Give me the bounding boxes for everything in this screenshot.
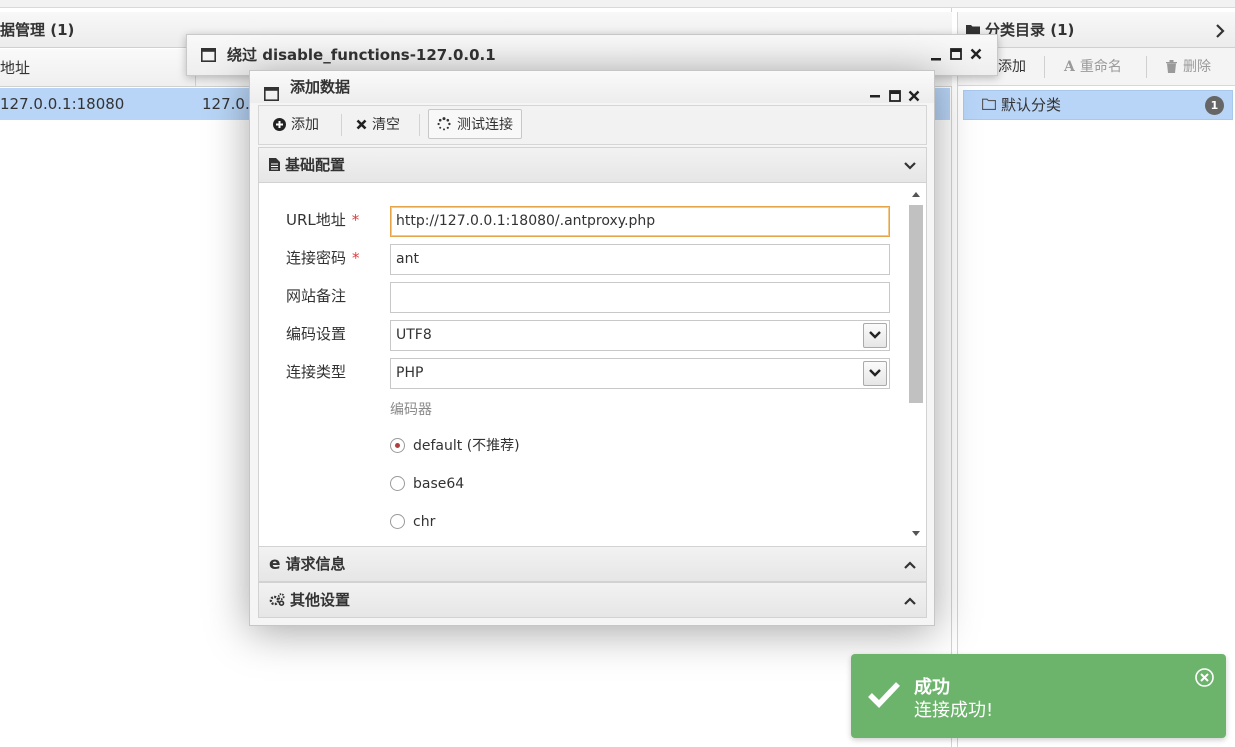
password-label-text: 连接密码 <box>286 249 347 267</box>
section-request-info[interactable]: e 请求信息 <box>258 546 927 582</box>
radio-checked[interactable] <box>390 438 405 453</box>
url-label-text: URL地址 <box>286 211 346 229</box>
gears-icon <box>269 592 285 606</box>
category-add-button[interactable]: 添加 <box>998 48 1026 86</box>
category-title: 分类目录 (1) <box>985 21 1075 39</box>
encoding-select[interactable]: UTF8 <box>390 320 890 351</box>
type-select[interactable]: PHP <box>390 358 890 389</box>
add-button[interactable]: 添加 <box>265 110 327 140</box>
scrollbar-thumb[interactable] <box>909 205 923 403</box>
column-header-address[interactable]: 地址 <box>0 49 196 87</box>
chevron-down-icon[interactable] <box>863 323 887 348</box>
minimize-icon[interactable] <box>931 46 942 66</box>
test-connection-button[interactable]: 测试连接 <box>428 109 522 139</box>
encoder-option-label: base64 <box>413 476 465 492</box>
url-input[interactable]: http://127.0.0.1:18080/.antproxy.php <box>390 206 890 237</box>
delete-label: 删除 <box>1183 59 1211 75</box>
dialog-toolbar: 添加 清空 测试连接 <box>258 105 927 145</box>
font-icon: A <box>1064 59 1075 75</box>
note-input[interactable] <box>390 282 890 313</box>
category-count-badge: 1 <box>1205 96 1224 115</box>
category-header: 分类目录 (1) <box>958 12 1235 48</box>
divider <box>341 114 342 136</box>
close-icon[interactable] <box>970 48 982 64</box>
encoder-label: 编码器 <box>390 402 432 418</box>
encoder-option-base64[interactable]: base64 <box>390 474 464 494</box>
type-value: PHP <box>396 365 424 381</box>
folder-open-icon <box>982 98 996 110</box>
divider <box>1146 56 1147 78</box>
spinner-icon <box>437 117 451 131</box>
clear-button[interactable]: 清空 <box>348 110 408 140</box>
plus-circle-icon <box>273 117 286 131</box>
encoder-option-chr[interactable]: chr <box>390 512 435 532</box>
scroll-down-icon[interactable] <box>912 531 920 537</box>
scroll-up-icon[interactable] <box>912 191 920 197</box>
category-item-default[interactable]: 默认分类 1 <box>963 90 1233 120</box>
maximize-icon[interactable] <box>950 48 962 64</box>
window-icon <box>201 48 216 66</box>
trash-icon <box>1166 59 1177 73</box>
radio-unchecked[interactable] <box>390 476 405 491</box>
rename-label: 重命名 <box>1079 59 1122 75</box>
radio-unchecked[interactable] <box>390 514 405 529</box>
section-other-label: 其他设置 <box>290 591 351 609</box>
category-rename-button[interactable]: A 重命名 <box>1064 48 1122 86</box>
section-other-settings[interactable]: 其他设置 <box>258 582 927 618</box>
chevron-up-icon <box>904 583 916 617</box>
check-icon <box>867 680 901 712</box>
basic-config-form: URL地址 * http://127.0.0.1:18080/.antproxy.… <box>258 183 927 547</box>
encoding-value: UTF8 <box>396 327 432 343</box>
required-mark: * <box>352 249 360 267</box>
add-data-titlebar[interactable]: 添加数据 <box>250 71 934 103</box>
category-delete-button[interactable]: 删除 <box>1166 48 1211 86</box>
section-request-label: 请求信息 <box>285 555 346 573</box>
password-input[interactable]: ant <box>390 244 890 275</box>
test-label: 测试连接 <box>457 117 513 133</box>
chevron-up-icon <box>904 547 916 581</box>
add-data-dialog: 添加数据 添加 清空 测试连接 基础配置 URL地址 * http://127.0… <box>249 70 935 626</box>
add-label: 添加 <box>291 117 319 133</box>
note-label: 网站备注 <box>286 287 347 305</box>
chevron-down-icon <box>904 148 916 182</box>
section-basic-label: 基础配置 <box>285 156 346 174</box>
cell-url: 127.0.0.1:18080 <box>0 95 125 113</box>
divider <box>419 114 420 136</box>
required-mark: * <box>351 211 360 229</box>
encoder-option-label: chr <box>413 514 436 530</box>
dialog-title: 添加数据 <box>290 78 351 96</box>
password-label: 连接密码 * <box>286 243 360 273</box>
top-strip <box>0 0 1235 8</box>
encoding-label: 编码设置 <box>286 325 347 343</box>
form-scrollbar[interactable] <box>908 187 924 543</box>
chevron-down-icon[interactable] <box>863 361 887 386</box>
category-toolbar: 添加 A 重命名 删除 <box>958 48 1235 86</box>
bypass-window-title: 绕过 disable_functions-127.0.0.1 <box>227 46 496 64</box>
section-basic-config[interactable]: 基础配置 <box>258 147 927 183</box>
times-icon <box>356 119 367 129</box>
clear-label: 清空 <box>372 117 400 133</box>
chevron-right-icon[interactable] <box>1215 12 1225 48</box>
category-name: 默认分类 <box>1001 96 1062 114</box>
url-label: URL地址 * <box>286 205 359 235</box>
data-manager-title: 据管理 (1) <box>0 21 75 39</box>
category-panel: 分类目录 (1) 添加 A 重命名 删除 默认分类 1 <box>957 12 1235 747</box>
toast-message: 连接成功! <box>914 700 994 721</box>
type-label: 连接类型 <box>286 363 347 381</box>
divider <box>1044 56 1045 78</box>
encoder-option-default[interactable]: default (不推荐) <box>390 436 520 456</box>
ie-icon: e <box>269 554 281 574</box>
encoder-option-label: default (不推荐) <box>413 438 520 454</box>
file-text-icon <box>269 157 280 171</box>
close-icon[interactable] <box>1195 668 1214 691</box>
success-toast: 成功 连接成功! <box>851 654 1226 738</box>
